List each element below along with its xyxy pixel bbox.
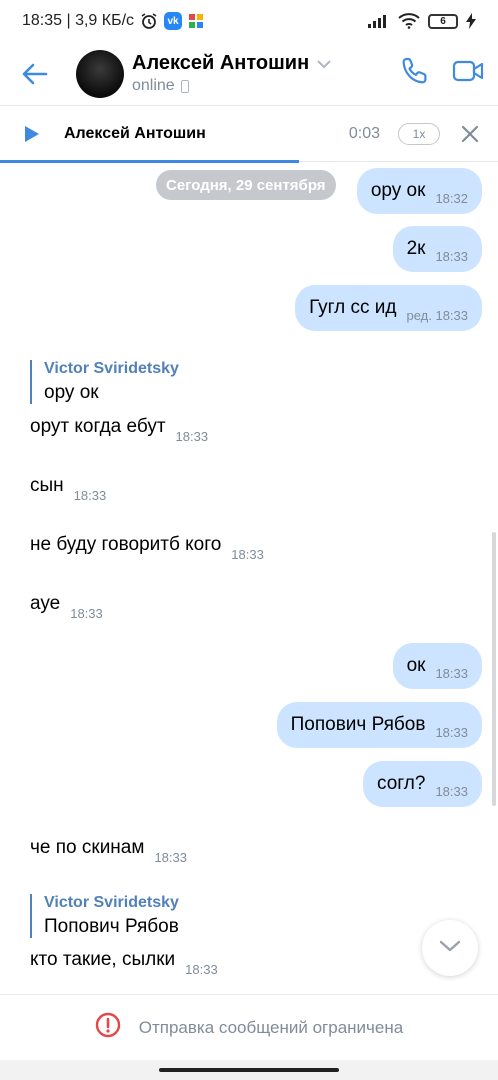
message-text: кто такие, сылки — [30, 949, 176, 970]
status-bar: 18:35 | 3,9 КБ/с vk 6 — [0, 0, 498, 42]
message-incoming[interactable]: не буду говоритб кого 18:33 — [30, 534, 264, 562]
message-list[interactable]: Сегодня, 29 сентября ору ок 18:32 2к 18:… — [0, 162, 498, 994]
message-outgoing[interactable]: Попович Рябов 18:33 — [276, 702, 482, 748]
chevron-down-icon[interactable] — [317, 55, 331, 73]
message-time: 18:33 — [231, 547, 264, 562]
message-incoming[interactable]: ауе 18:33 — [30, 593, 103, 621]
signal-icon — [368, 14, 390, 28]
message-text: ору ок — [370, 180, 426, 201]
audio-player-bar: Алексей Антошин 0:03 1x — [0, 106, 498, 163]
system-nav-bar — [0, 1060, 498, 1080]
video-camera-icon[interactable] — [452, 59, 484, 88]
message-outgoing[interactable]: ору ок 18:32 — [356, 168, 482, 214]
battery-icon: 6 — [428, 13, 458, 29]
mobile-device-icon — [180, 79, 189, 93]
restriction-text: Отправка сообщений ограничена — [138, 1017, 404, 1037]
message-time: 18:33 — [70, 606, 103, 621]
message-text: ок — [406, 655, 426, 676]
close-icon[interactable] — [458, 122, 482, 146]
chat-header: Алексей Антошин online — [0, 42, 498, 106]
playback-speed-button[interactable]: 1x — [398, 122, 440, 145]
message-text: сын — [30, 475, 64, 496]
app-notification-icon — [188, 13, 204, 29]
messaging-restricted-banner: Отправка сообщений ограничена — [0, 994, 498, 1060]
message-time: 18:33 — [435, 665, 468, 681]
scroll-to-bottom-button[interactable] — [422, 920, 478, 976]
message-time: 18:33 — [185, 962, 218, 977]
reply-text: Попович Рябов — [44, 916, 179, 937]
wifi-icon — [398, 13, 420, 29]
exclamation-circle-icon — [95, 1012, 121, 1043]
message-incoming[interactable]: сын 18:33 — [30, 475, 106, 503]
message-time: 18:33 — [435, 724, 468, 740]
peer-status: online — [132, 77, 331, 95]
vk-notification-icon: vk — [164, 12, 183, 30]
peer-status-text: online — [132, 77, 175, 94]
message-incoming[interactable]: кто такие, сылки 18:33 — [30, 949, 218, 977]
avatar[interactable] — [76, 49, 124, 98]
chevron-down-icon — [439, 939, 461, 957]
home-gesture-handle[interactable] — [159, 1068, 339, 1072]
message-incoming[interactable]: че по скинам 18:33 — [30, 837, 187, 865]
status-time: 18:35 | 3,9 КБ/с — [22, 12, 135, 29]
player-track-title[interactable]: Алексей Антошин — [64, 125, 206, 143]
reply-quote[interactable]: Victor Sviridetsky Попович Рябов — [30, 894, 179, 938]
message-text: согл? — [377, 773, 426, 794]
message-time: 18:33 — [435, 248, 468, 264]
message-text: орут когда ебут — [30, 416, 166, 437]
play-icon[interactable] — [0, 106, 64, 162]
message-time: 18:33 — [73, 488, 107, 503]
date-separator: Сегодня, 29 сентября — [156, 170, 336, 200]
reply-author: Victor Sviridetsky — [44, 894, 179, 911]
back-arrow-icon[interactable] — [0, 42, 70, 106]
peer-info[interactable]: Алексей Антошин online — [132, 52, 331, 95]
message-text: че по скинам — [30, 837, 145, 858]
message-time: ред. 18:33 — [406, 307, 468, 323]
reply-text: ору ок — [44, 382, 99, 403]
charging-icon — [466, 13, 476, 29]
message-outgoing[interactable]: 2к 18:33 — [392, 226, 482, 272]
phone-icon[interactable] — [400, 56, 430, 91]
message-time: 18:33 — [154, 850, 187, 865]
message-outgoing[interactable]: ок 18:33 — [392, 643, 482, 689]
scrollbar[interactable] — [492, 532, 496, 806]
message-outgoing[interactable]: Гугл сс ид ред. 18:33 — [295, 285, 482, 331]
message-text: Гугл сс ид — [309, 297, 397, 318]
peer-name[interactable]: Алексей Антошин — [132, 52, 309, 75]
alarm-icon — [140, 12, 158, 30]
message-text: не буду говоритб кого — [30, 534, 222, 555]
reply-quote[interactable]: Victor Sviridetsky ору ок — [30, 360, 179, 404]
message-time: 18:32 — [435, 190, 468, 206]
message-incoming[interactable]: орут когда ебут 18:33 — [30, 416, 208, 444]
message-outgoing[interactable]: согл? 18:33 — [363, 761, 482, 807]
message-text: 2к — [406, 238, 426, 259]
message-time: 18:33 — [435, 783, 468, 799]
message-time: 18:33 — [175, 429, 209, 444]
message-text: ауе — [30, 593, 61, 614]
reply-author: Victor Sviridetsky — [44, 360, 179, 377]
player-elapsed: 0:03 — [348, 124, 380, 142]
message-text: Попович Рябов — [290, 714, 426, 735]
